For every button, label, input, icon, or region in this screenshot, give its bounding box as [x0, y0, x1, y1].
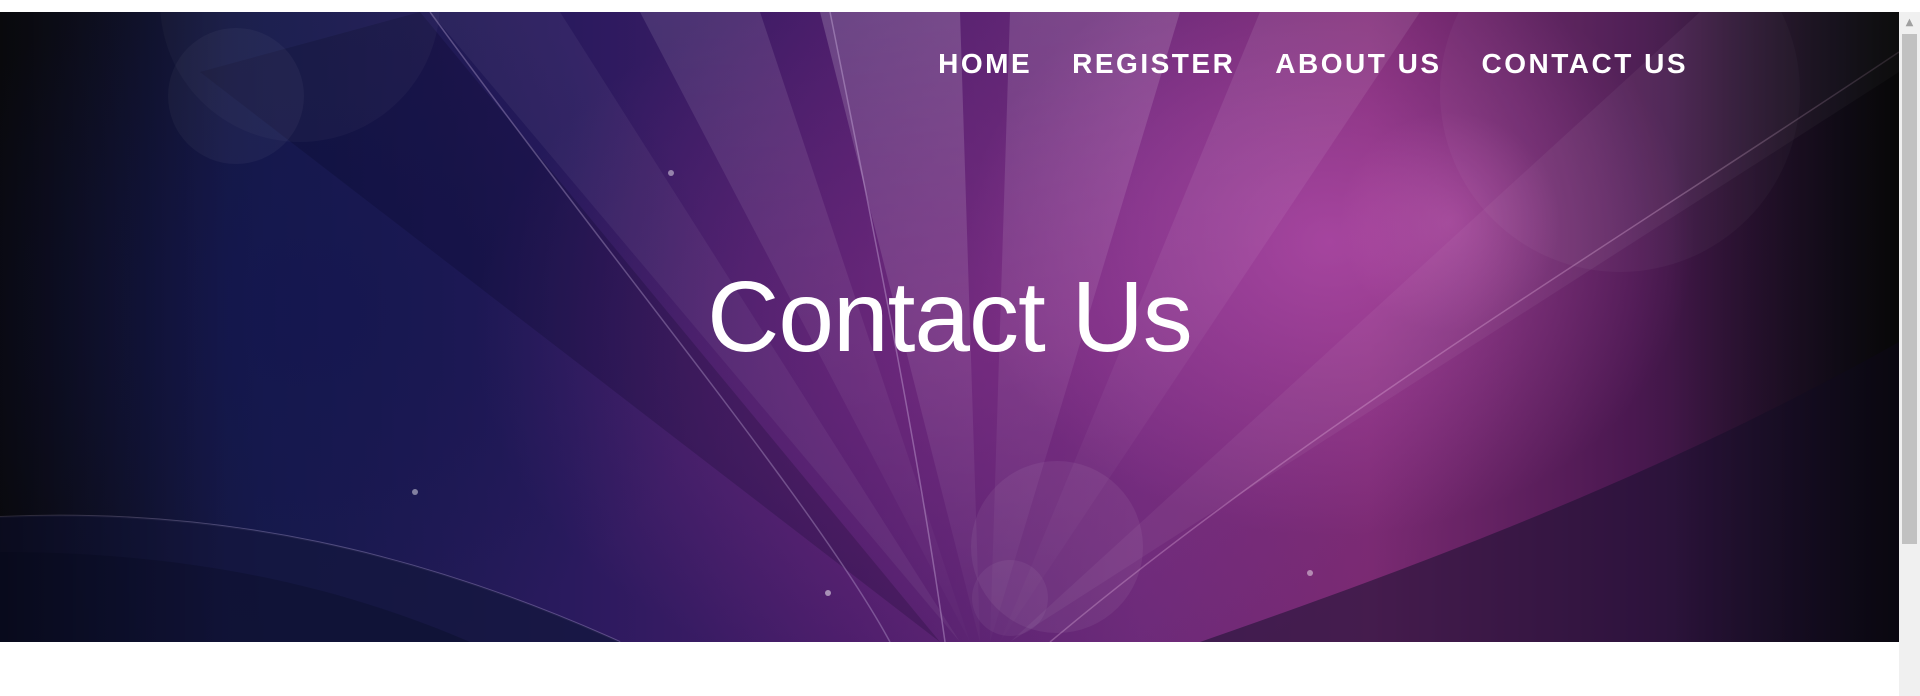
nav-register-link[interactable]: REGISTER: [1072, 48, 1235, 80]
scrollbar-thumb[interactable]: [1902, 34, 1917, 544]
page-title: Contact Us: [707, 261, 1193, 373]
hero-banner: HOME REGISTER ABOUT US CONTACT US Contac…: [0, 12, 1899, 642]
nav-contact-us-link[interactable]: CONTACT US: [1482, 48, 1688, 80]
page-viewport: HOME REGISTER ABOUT US CONTACT US Contac…: [0, 0, 1899, 696]
main-navigation: HOME REGISTER ABOUT US CONTACT US: [938, 48, 1688, 80]
nav-home-link[interactable]: HOME: [938, 48, 1032, 80]
nav-about-us-link[interactable]: ABOUT US: [1275, 48, 1441, 80]
vertical-scrollbar[interactable]: ▲: [1899, 12, 1920, 696]
scroll-up-arrow-icon[interactable]: ▲: [1899, 12, 1920, 33]
